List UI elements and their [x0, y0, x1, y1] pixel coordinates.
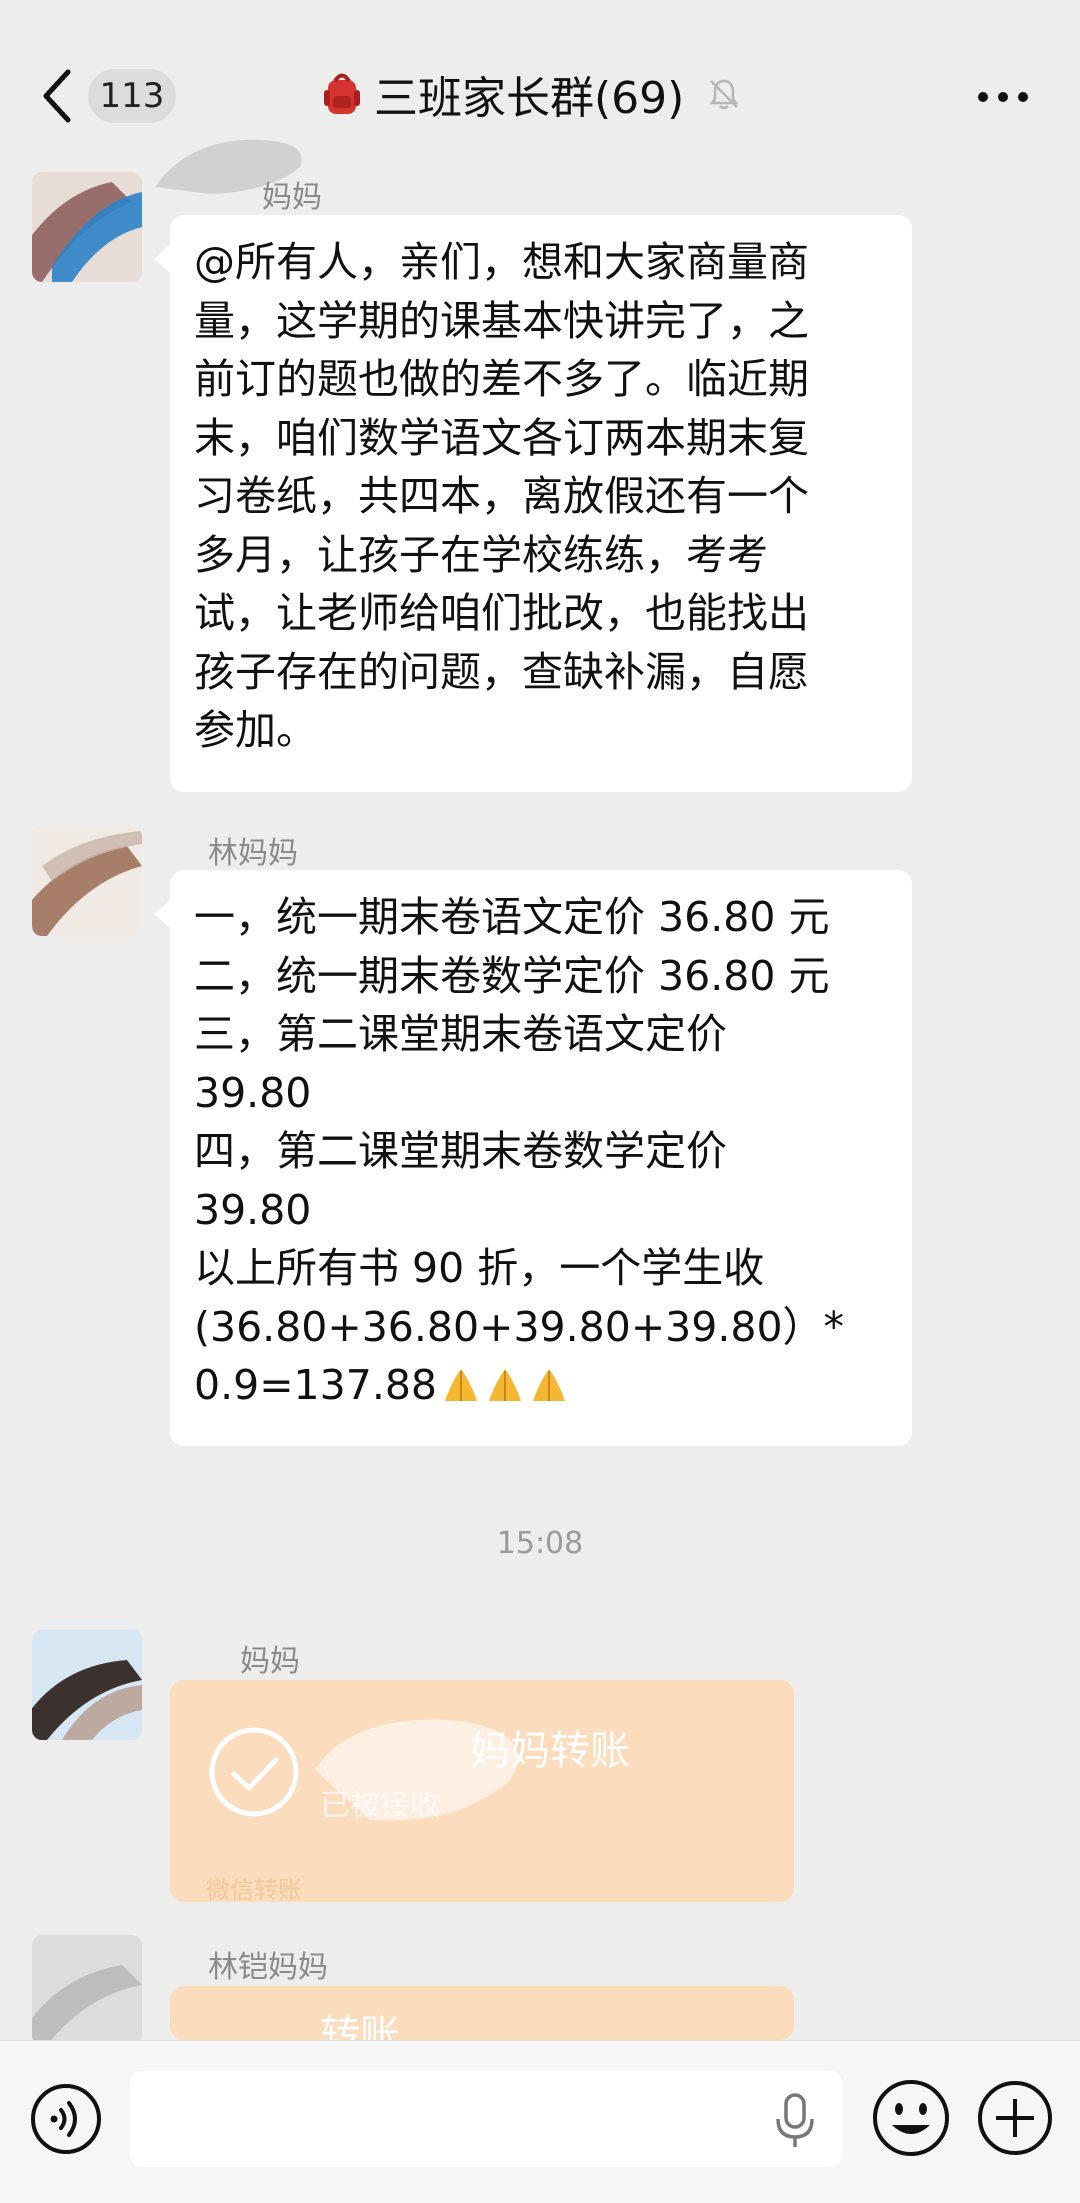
sender-name: 林妈妈: [208, 836, 298, 871]
message-input[interactable]: [130, 2071, 842, 2167]
message-bubble[interactable]: 一，统一期末卷语文定价 36.80 元 二，统一期末卷数学定价 36.80 元 …: [154, 870, 912, 1446]
chat-title-area[interactable]: 三班家长群(69): [320, 62, 742, 126]
message-line: 以上所有书 90 折，一个学生收: [194, 1244, 765, 1292]
unread-count-badge[interactable]: 113: [88, 69, 176, 123]
message-timestamp: 15:08: [496, 1526, 584, 1561]
transfer-title: 妈妈转账: [470, 1728, 630, 1774]
sender-name: 妈妈: [240, 1644, 300, 1679]
folded-hands-emoji-group: [437, 1365, 569, 1405]
emoji-icon[interactable]: [870, 2077, 952, 2159]
message-line: 一，统一期末卷语文定价 36.80 元: [194, 893, 830, 941]
folded-hands-emoji: [445, 1369, 478, 1401]
folded-hands-emoji: [489, 1369, 522, 1401]
transfer-status: 已被接收: [320, 1788, 440, 1823]
transfer-title: 转账: [320, 2012, 400, 2040]
sender-name: 妈妈: [262, 180, 322, 215]
mute-bell-icon: [709, 79, 739, 110]
microphone-icon[interactable]: [770, 2091, 820, 2151]
avatar[interactable]: [32, 1630, 142, 1740]
avatar[interactable]: [32, 1935, 142, 2045]
message-line: 39.80: [194, 1185, 312, 1234]
message-line: 39.80: [194, 1068, 312, 1117]
check-circle-icon: [209, 1727, 299, 1817]
avatar[interactable]: [32, 172, 142, 282]
back-arrow-icon[interactable]: [38, 66, 78, 126]
message-line: 三，第二课堂期末卷语文定价: [194, 1010, 727, 1058]
backpack-icon: [324, 73, 360, 114]
transfer-card[interactable]: 转账: [170, 1986, 794, 2040]
message-text: @所有人，亲们，想和大家商量商 量，这学期的课基本快讲完了，之 前订的题也做的差…: [194, 238, 809, 754]
add-more-icon[interactable]: [976, 2079, 1054, 2157]
transfer-card[interactable]: 妈妈转账 已被接收 微信转账: [170, 1680, 794, 1902]
folded-hands-emoji: [533, 1369, 566, 1401]
chat-header: 113 三班家长群(69): [0, 0, 1080, 160]
message-line: (36.80+36.80+39.80+39.80）*: [194, 1302, 845, 1351]
message-line: 二，统一期末卷数学定价 36.80 元: [194, 951, 830, 1000]
avatar[interactable]: [32, 826, 142, 936]
voice-mode-icon[interactable]: [28, 2081, 104, 2157]
more-options-icon[interactable]: [976, 90, 1030, 104]
chat-title: 三班家长群(69): [374, 73, 685, 124]
message-line: 四，第二课堂期末卷数学定价: [194, 1127, 727, 1175]
message-line: 0.9=137.88: [194, 1361, 438, 1409]
transfer-footer: 微信转账: [206, 1876, 302, 1902]
message-bubble[interactable]: @所有人，亲们，想和大家商量商 量，这学期的课基本快讲完了，之 前订的题也做的差…: [154, 215, 912, 792]
input-bar: [0, 2040, 1080, 2203]
sender-name: 林铠妈妈: [208, 1950, 328, 1985]
